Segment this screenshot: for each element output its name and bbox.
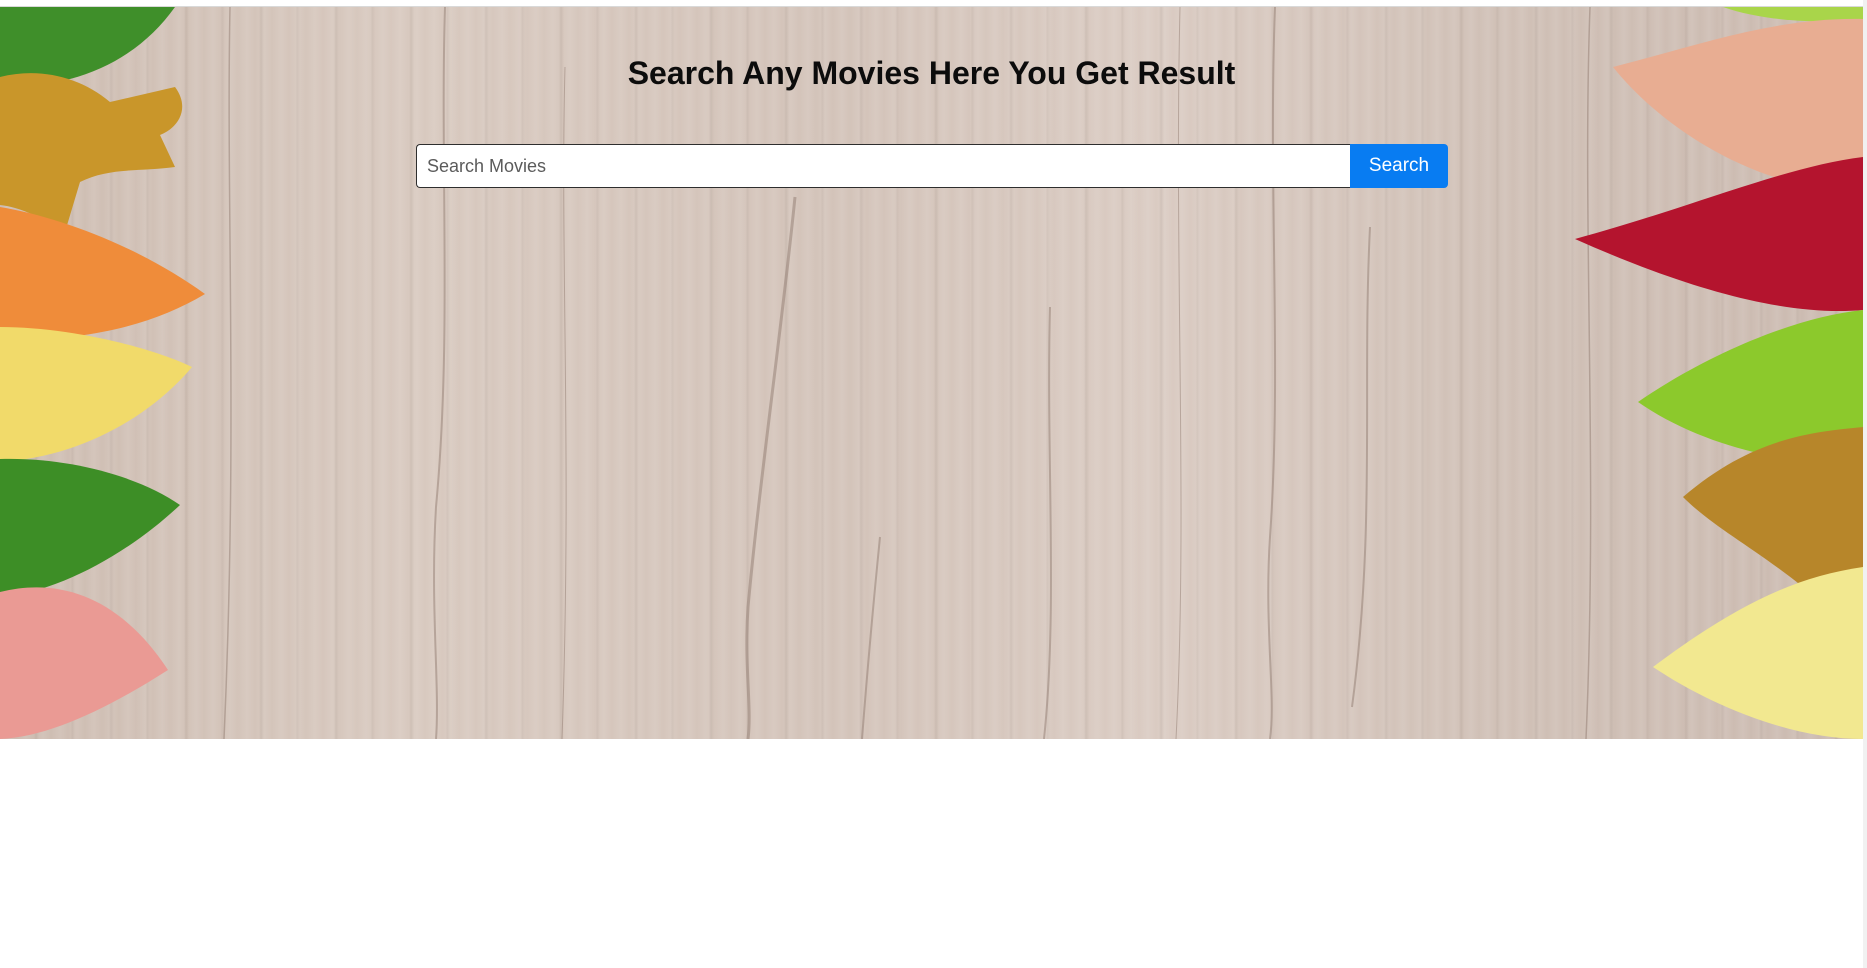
top-border <box>0 0 1867 7</box>
page-title: Search Any Movies Here You Get Result <box>627 55 1236 91</box>
hero-banner: Search Any Movies Here You Get Result Se… <box>0 7 1863 739</box>
autumn-leaves-right <box>1575 7 1863 739</box>
autumn-leaves-left <box>0 7 205 739</box>
search-button[interactable]: Search <box>1350 144 1448 188</box>
scrollbar[interactable] <box>1863 0 1867 968</box>
search-form: Search <box>416 144 1448 188</box>
search-input[interactable] <box>416 144 1350 188</box>
